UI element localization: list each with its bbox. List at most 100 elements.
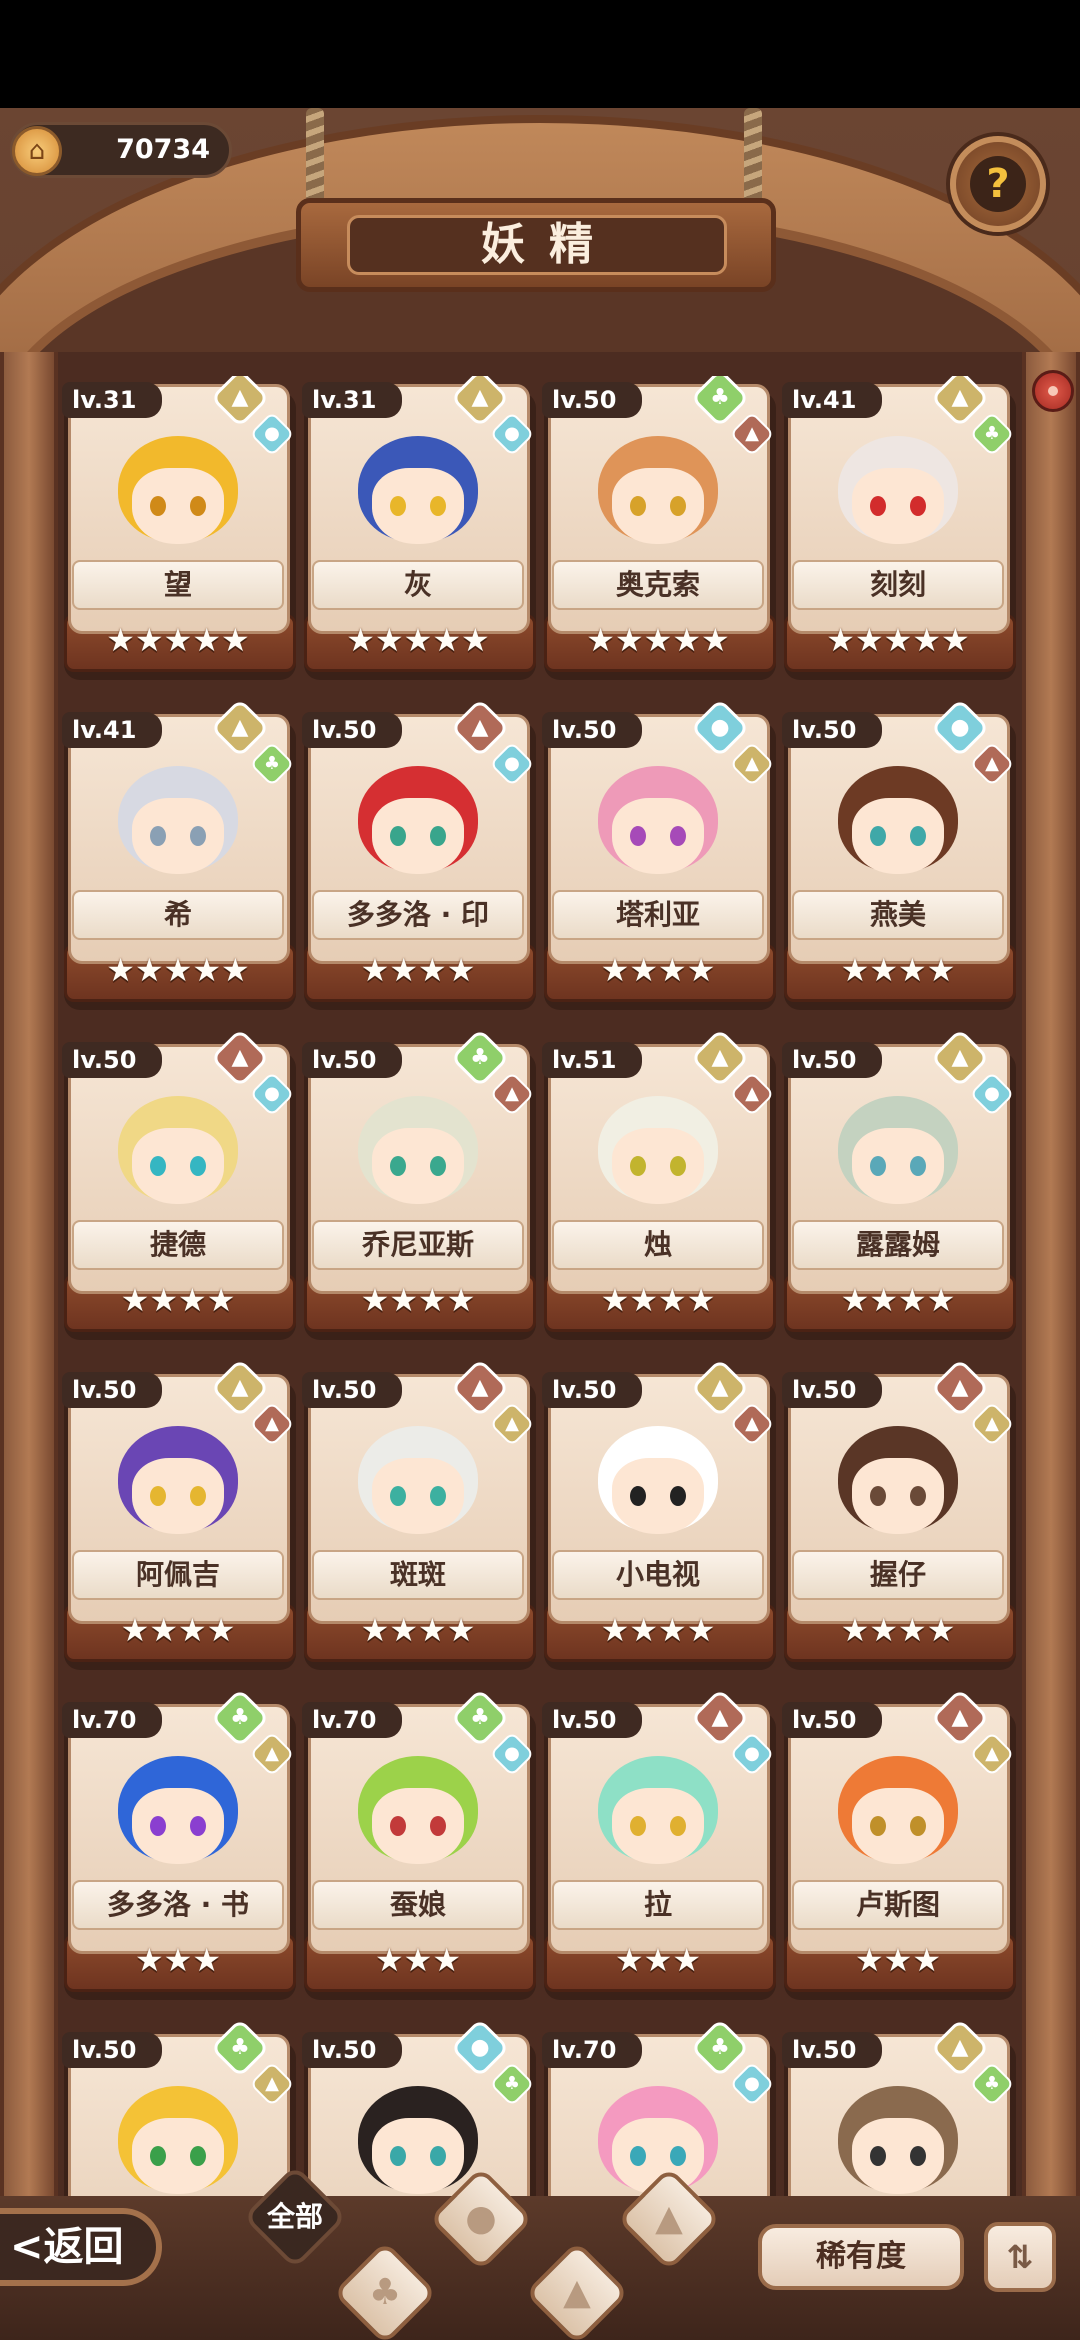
fairy-eye-right [910, 826, 926, 846]
fairy-card[interactable]: lv.50 ▲ ● 多多洛 · 印 ★★★★ [300, 698, 536, 1010]
notification-dot-button[interactable] [1032, 370, 1074, 412]
element-badge-secondary: ▲ [249, 1401, 295, 1447]
fairy-stars: ★★★★★ [826, 621, 970, 659]
fairy-eye-right [190, 1816, 206, 1836]
fairy-name: 阿佩吉 [72, 1550, 284, 1600]
fairy-name: 乔尼亚斯 [312, 1220, 524, 1270]
fairy-name: 望 [72, 560, 284, 610]
fairy-card[interactable]: lv.50 ▲ ● 露露姆 ★★★★ [780, 1028, 1016, 1340]
fairy-card[interactable]: lv.50 ▲ ♣ [780, 2018, 1016, 2196]
fairy-stars: ★★★★ [360, 1281, 476, 1319]
fairy-eye-right [670, 1486, 686, 1506]
fairy-face [852, 1788, 944, 1864]
fairy-eye-left [630, 1156, 646, 1176]
level-tag: lv.50 [542, 382, 642, 418]
element-badge-secondary: ▲ [729, 741, 775, 787]
fairy-eye-left [150, 826, 166, 846]
fairy-portrait [578, 416, 738, 556]
fairy-card[interactable]: lv.50 ● ▲ 燕美 ★★★★ [780, 698, 1016, 1010]
level-tag: lv.51 [542, 1042, 642, 1078]
level-tag: lv.70 [62, 1702, 162, 1738]
level-tag: lv.50 [542, 1372, 642, 1408]
level-tag: lv.50 [782, 1702, 882, 1738]
fairy-card[interactable]: lv.50 ▲ ● 捷德 ★★★★ [60, 1028, 296, 1340]
fairy-card[interactable]: lv.51 ▲ ▲ 烛 ★★★★ [540, 1028, 776, 1340]
sort-order-button[interactable]: ⇅ [984, 2222, 1056, 2292]
filter-water-button[interactable]: ● [426, 2164, 536, 2274]
fairy-eye-right [430, 826, 446, 846]
element-badge-secondary: ● [969, 1071, 1015, 1117]
fairy-stars: ★★★★★ [106, 621, 250, 659]
fairy-card[interactable]: lv.50 ▲ ▲ 小电视 ★★★★ [540, 1358, 776, 1670]
fairy-portrait [338, 1076, 498, 1216]
fairy-name: 希 [72, 890, 284, 940]
filter-plant-button[interactable]: ♣ [330, 2238, 440, 2340]
element-badge-secondary: ▲ [969, 1401, 1015, 1447]
fairy-card[interactable]: lv.50 ▲ ▲ 阿佩吉 ★★★★ [60, 1358, 296, 1670]
rarity-sort-button[interactable]: 稀有度 [758, 2224, 964, 2290]
fairy-name: 奥克索 [552, 560, 764, 610]
help-button[interactable]: ? [950, 136, 1046, 232]
element-badge-secondary: ▲ [729, 1071, 775, 1117]
fairy-eye-left [870, 2146, 886, 2166]
fairy-portrait [338, 746, 498, 886]
earth-icon: ▲ [655, 2198, 683, 2239]
fairy-stars: ★★★ [134, 1941, 222, 1979]
fairy-eye-left [150, 496, 166, 516]
earth-icon: ▲ [505, 1413, 519, 1434]
fairy-card[interactable]: lv.50 ▲ ▲ 握仔 ★★★★ [780, 1358, 1016, 1670]
fairy-eye-right [910, 1816, 926, 1836]
fairy-card[interactable]: lv.41 ▲ ♣ 刻刻 ★★★★★ [780, 376, 1016, 680]
fairy-face [372, 1788, 464, 1864]
element-badge-secondary: ▲ [969, 1731, 1015, 1777]
level-tag: lv.50 [782, 1372, 882, 1408]
back-button[interactable]: <返回 [0, 2208, 162, 2286]
fairy-card[interactable]: lv.31 ▲ ● 灰 ★★★★★ [300, 376, 536, 680]
fairy-eye-right [670, 496, 686, 516]
fairy-card[interactable]: lv.70 ♣ ● 蚕娘 ★★★ [300, 1688, 536, 2000]
fairy-portrait [98, 1736, 258, 1876]
fairy-name: 捷德 [72, 1220, 284, 1270]
level-tag: lv.50 [62, 1372, 162, 1408]
element-badge-secondary: ♣ [969, 2061, 1015, 2107]
fairy-face [132, 1458, 224, 1534]
fairy-eye-right [670, 1156, 686, 1176]
filter-earth-button[interactable]: ▲ [614, 2164, 724, 2274]
fairy-face [372, 1128, 464, 1204]
right-pillar [1022, 352, 1080, 2340]
fairy-portrait [98, 2066, 258, 2196]
sort-icon: ⇅ [1006, 2238, 1034, 2276]
fairy-card[interactable]: lv.50 ▲ ▲ 卢斯图 ★★★ [780, 1688, 1016, 2000]
fairy-eye-right [430, 1486, 446, 1506]
element-badge-secondary: ♣ [249, 741, 295, 787]
fairy-card[interactable]: lv.50 ♣ ▲ 奥克索 ★★★★★ [540, 376, 776, 680]
fairy-card[interactable]: lv.41 ▲ ♣ 希 ★★★★★ [60, 698, 296, 1010]
fairy-eye-right [670, 1816, 686, 1836]
fairy-card[interactable]: lv.50 ▲ ▲ 斑斑 ★★★★ [300, 1358, 536, 1670]
fairy-stars: ★★★★ [840, 1611, 956, 1649]
fairy-eye-right [430, 496, 446, 516]
fairy-face [372, 1458, 464, 1534]
fairy-eye-right [430, 2146, 446, 2166]
fairy-face [372, 468, 464, 544]
fairy-card[interactable]: lv.50 ▲ ● 拉 ★★★ [540, 1688, 776, 2000]
fairy-stars: ★★★★★ [346, 621, 490, 659]
status-bar-area [0, 0, 1080, 108]
fairy-stars: ★★★★ [120, 1611, 236, 1649]
water-icon: ● [465, 2198, 497, 2239]
sprout-question-icon: ? [970, 156, 1026, 212]
fairy-portrait [818, 1076, 978, 1216]
fairy-card[interactable]: lv.70 ♣ ▲ 多多洛 · 书 ★★★ [60, 1688, 296, 2000]
fairy-face [132, 1788, 224, 1864]
fairy-eye-left [630, 1816, 646, 1836]
fairy-eye-left [150, 1156, 166, 1176]
fairy-card[interactable]: lv.50 ● ▲ 塔利亚 ★★★★ [540, 698, 776, 1010]
fire-icon: ▲ [265, 1413, 279, 1434]
fairy-card[interactable]: lv.31 ▲ ● 望 ★★★★★ [60, 376, 296, 680]
fairy-card[interactable]: lv.50 ♣ ▲ 乔尼亚斯 ★★★★ [300, 1028, 536, 1340]
fairy-stars: ★★★ [614, 1941, 702, 1979]
fairy-name: 烛 [552, 1220, 764, 1270]
fairy-eye-right [670, 2146, 686, 2166]
element-badge-secondary: ● [489, 1731, 535, 1777]
coin-amount: 70734 [116, 134, 210, 165]
